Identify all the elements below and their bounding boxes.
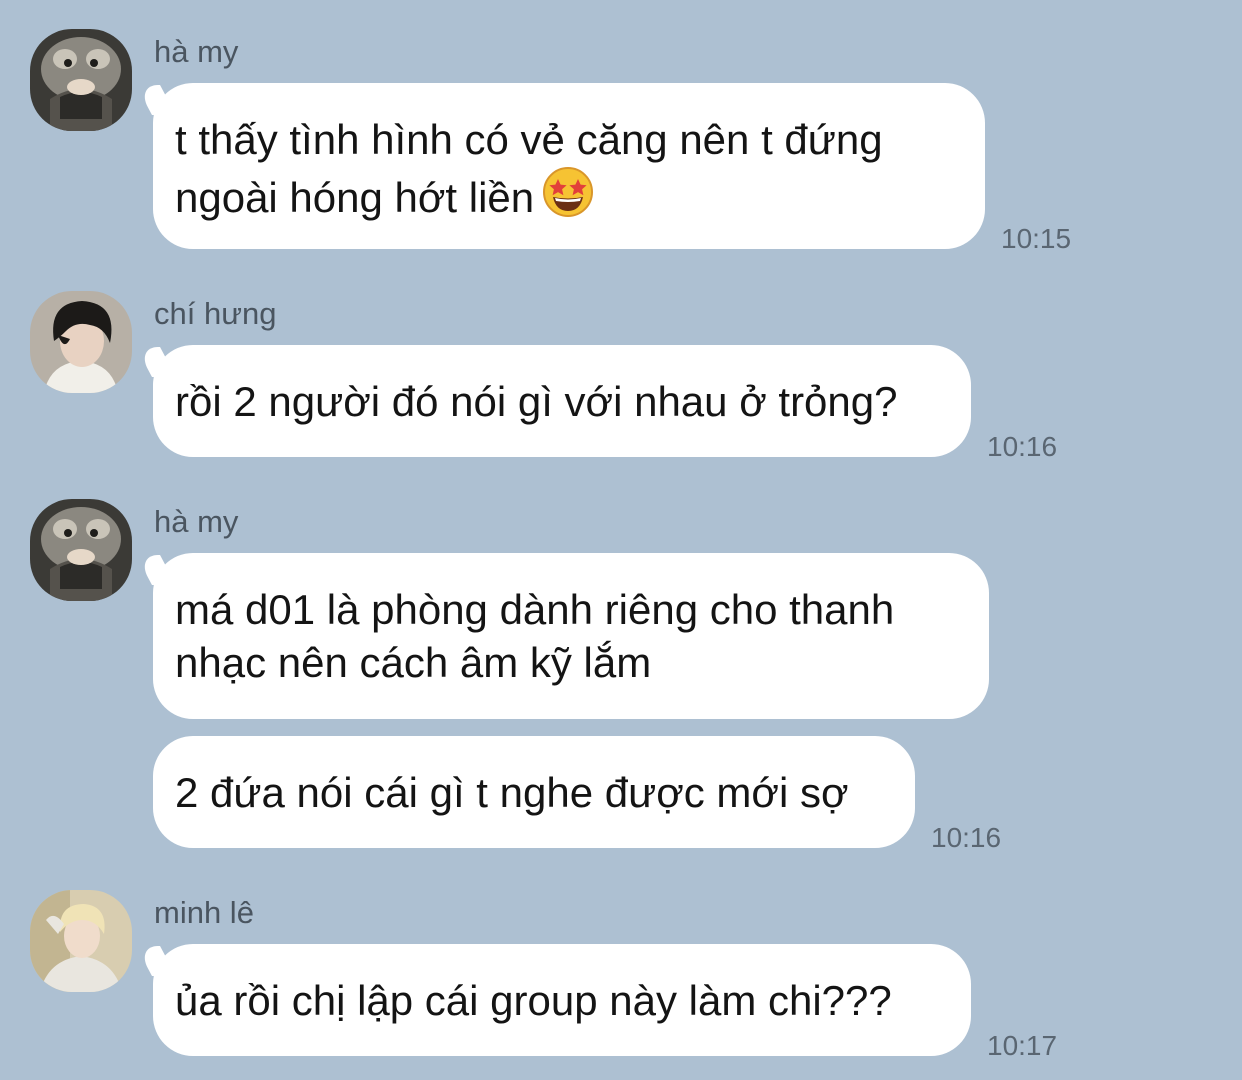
avatar-ha-my[interactable] bbox=[30, 499, 132, 601]
avatar-minh-le[interactable] bbox=[30, 890, 132, 992]
timestamp: 10:17 bbox=[987, 1030, 1058, 1061]
timestamp: 10:16 bbox=[931, 822, 1002, 853]
message-bubble[interactable]: t thấy tình hình có vẻ căng nên t đứng n… bbox=[153, 83, 985, 249]
sender-name: minh lê bbox=[154, 895, 254, 930]
message-bubble[interactable]: má d01 là phòng dành riêng cho thanh nhạ… bbox=[153, 553, 989, 719]
sender-name: hà my bbox=[154, 504, 239, 539]
message-bubble[interactable]: 2 đứa nói cái gì t nghe được mới sợ bbox=[153, 736, 915, 848]
message-line: nhạc nên cách âm kỹ lắm bbox=[175, 639, 652, 686]
sender-name: chí hưng bbox=[154, 296, 277, 331]
person-avatar-icon bbox=[30, 291, 132, 393]
chat-transcript[interactable]: hà my t thấy tình hình có vẻ căng nên t … bbox=[0, 0, 1242, 1080]
cat-avatar-icon bbox=[30, 29, 132, 131]
sender-name: hà my bbox=[154, 34, 239, 69]
cat-avatar-icon bbox=[30, 499, 132, 601]
star-struck-emoji-icon bbox=[542, 166, 594, 230]
message-line: rồi 2 người đó nói gì với nhau ở trỏng? bbox=[175, 378, 898, 425]
message-line: má d01 là phòng dành riêng cho thanh bbox=[175, 586, 895, 633]
timestamp: 10:15 bbox=[1001, 223, 1072, 254]
message-bubble[interactable]: ủa rồi chị lập cái group này làm chi??? bbox=[153, 944, 971, 1056]
message-line: t thấy tình hình có vẻ căng nên t đứng bbox=[175, 116, 883, 163]
timestamp: 10:16 bbox=[987, 431, 1058, 462]
person-avatar-icon bbox=[30, 890, 132, 992]
message-line: ủa rồi chị lập cái group này làm chi??? bbox=[175, 977, 892, 1024]
message-line: 2 đứa nói cái gì t nghe được mới sợ bbox=[175, 769, 849, 816]
message-line: ngoài hóng hớt liền bbox=[175, 174, 535, 221]
avatar-ha-my[interactable] bbox=[30, 29, 132, 131]
message-bubble[interactable]: rồi 2 người đó nói gì với nhau ở trỏng? bbox=[153, 345, 971, 457]
avatar-chi-hung[interactable] bbox=[30, 291, 132, 393]
